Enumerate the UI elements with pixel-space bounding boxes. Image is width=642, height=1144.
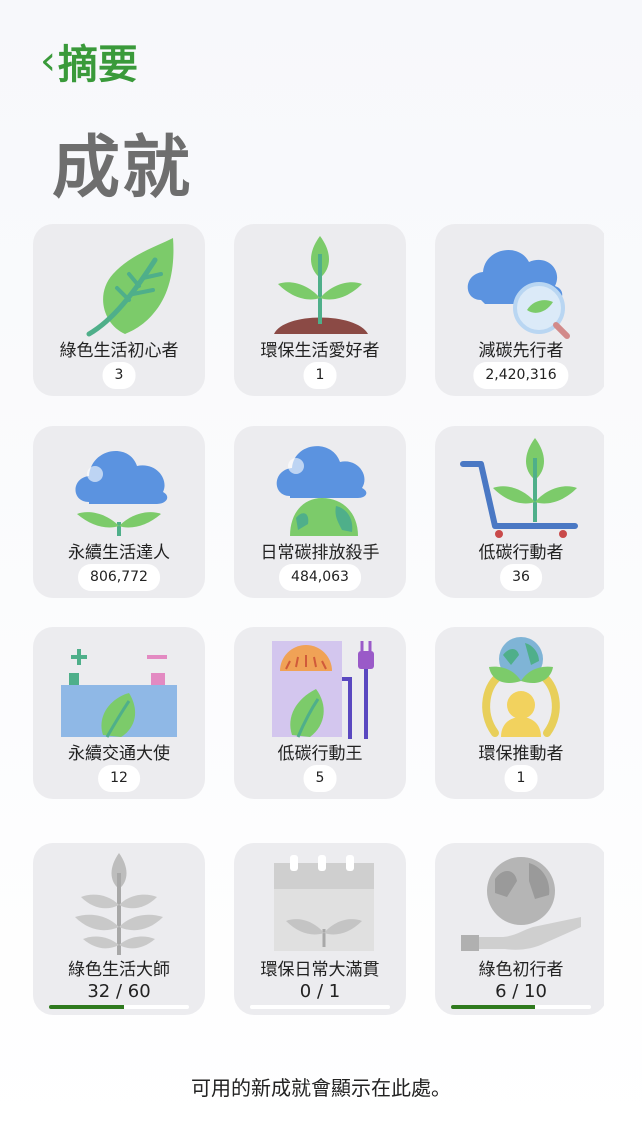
new-achievements-note: 可用的新成就會顯示在此處。: [191, 1076, 451, 1100]
leaf-icon: [86, 238, 174, 337]
achievement-name: 環保推動者: [478, 744, 564, 764]
achievement-count-badge: 5: [303, 765, 337, 792]
achievement-count-badge: 1: [504, 765, 538, 792]
calendar-sprout-icon: [274, 855, 374, 951]
achievement-count-badge: 36: [500, 564, 542, 591]
cart-sprout-icon: [460, 438, 578, 538]
achievement-name: 環保生活愛好者: [260, 341, 380, 361]
locked-achievement-card[interactable]: 綠色生活大師 32 / 60: [33, 843, 205, 1015]
achievement-count-badge: 806,772: [78, 564, 160, 591]
achievement-card[interactable]: 綠色生活初心者 3: [33, 224, 205, 396]
charger-leaf-icon: [272, 641, 374, 739]
achievement-name: 低碳行動王: [277, 744, 363, 764]
achievement-name: 日常碳排放殺手: [260, 543, 380, 563]
achievement-card[interactable]: 環保生活愛好者 1: [234, 224, 406, 396]
person-earth-icon: [482, 637, 560, 737]
achievement-card[interactable]: 環保推動者 1: [435, 627, 604, 799]
achievement-count-badge: 2,420,316: [473, 362, 569, 389]
achievement-name: 低碳行動者: [478, 543, 564, 563]
achievement-card[interactable]: 低碳行動者 36: [435, 426, 604, 598]
battery-leaf-icon: [61, 649, 177, 738]
achievement-name: 減碳先行者: [478, 341, 564, 361]
cloud-earth-icon: [276, 446, 367, 536]
progress-bar: [250, 1005, 390, 1009]
progress-text: 6 / 10: [495, 981, 547, 1002]
cloud-magnifier-icon: [467, 249, 570, 339]
progress-bar: [451, 1005, 591, 1009]
achievement-card[interactable]: 日常碳排放殺手 484,063: [234, 426, 406, 598]
achievement-name: 綠色初行者: [478, 960, 564, 980]
cloud-sprout-icon: [75, 451, 168, 537]
achievement-name: 永續生活達人: [68, 543, 170, 563]
plant-icon: [75, 853, 163, 955]
progress-bar: [49, 1005, 189, 1009]
achievement-name: 綠色生活大師: [68, 960, 170, 980]
progress-text: 0 / 1: [299, 981, 341, 1002]
achievement-card[interactable]: 永續交通大使 12: [33, 627, 205, 799]
achievement-card[interactable]: 減碳先行者 2,420,316: [435, 224, 604, 396]
achievement-card[interactable]: 永續生活達人 806,772: [33, 426, 205, 598]
achievement-count-badge: 3: [102, 362, 136, 389]
achievement-name: 永續交通大使: [68, 744, 170, 764]
achievement-count-badge: 1: [303, 362, 337, 389]
achievement-name: 環保日常大滿貫: [260, 960, 380, 980]
achievement-count-badge: 484,063: [279, 564, 361, 591]
sprout-icon: [274, 236, 368, 334]
achievements-grid: 綠色生活初心者 3 環保生活愛好者 1 減碳先行者 2,420,316 永續生活…: [0, 0, 604, 1144]
hand-earth-icon: [461, 857, 581, 951]
achievement-count-badge: 12: [98, 765, 140, 792]
achievement-card[interactable]: 低碳行動王 5: [234, 627, 406, 799]
progress-text: 32 / 60: [87, 981, 151, 1002]
locked-achievement-card[interactable]: 環保日常大滿貫 0 / 1: [234, 843, 406, 1015]
achievement-name: 綠色生活初心者: [59, 341, 179, 361]
locked-achievement-card[interactable]: 綠色初行者 6 / 10: [435, 843, 604, 1015]
